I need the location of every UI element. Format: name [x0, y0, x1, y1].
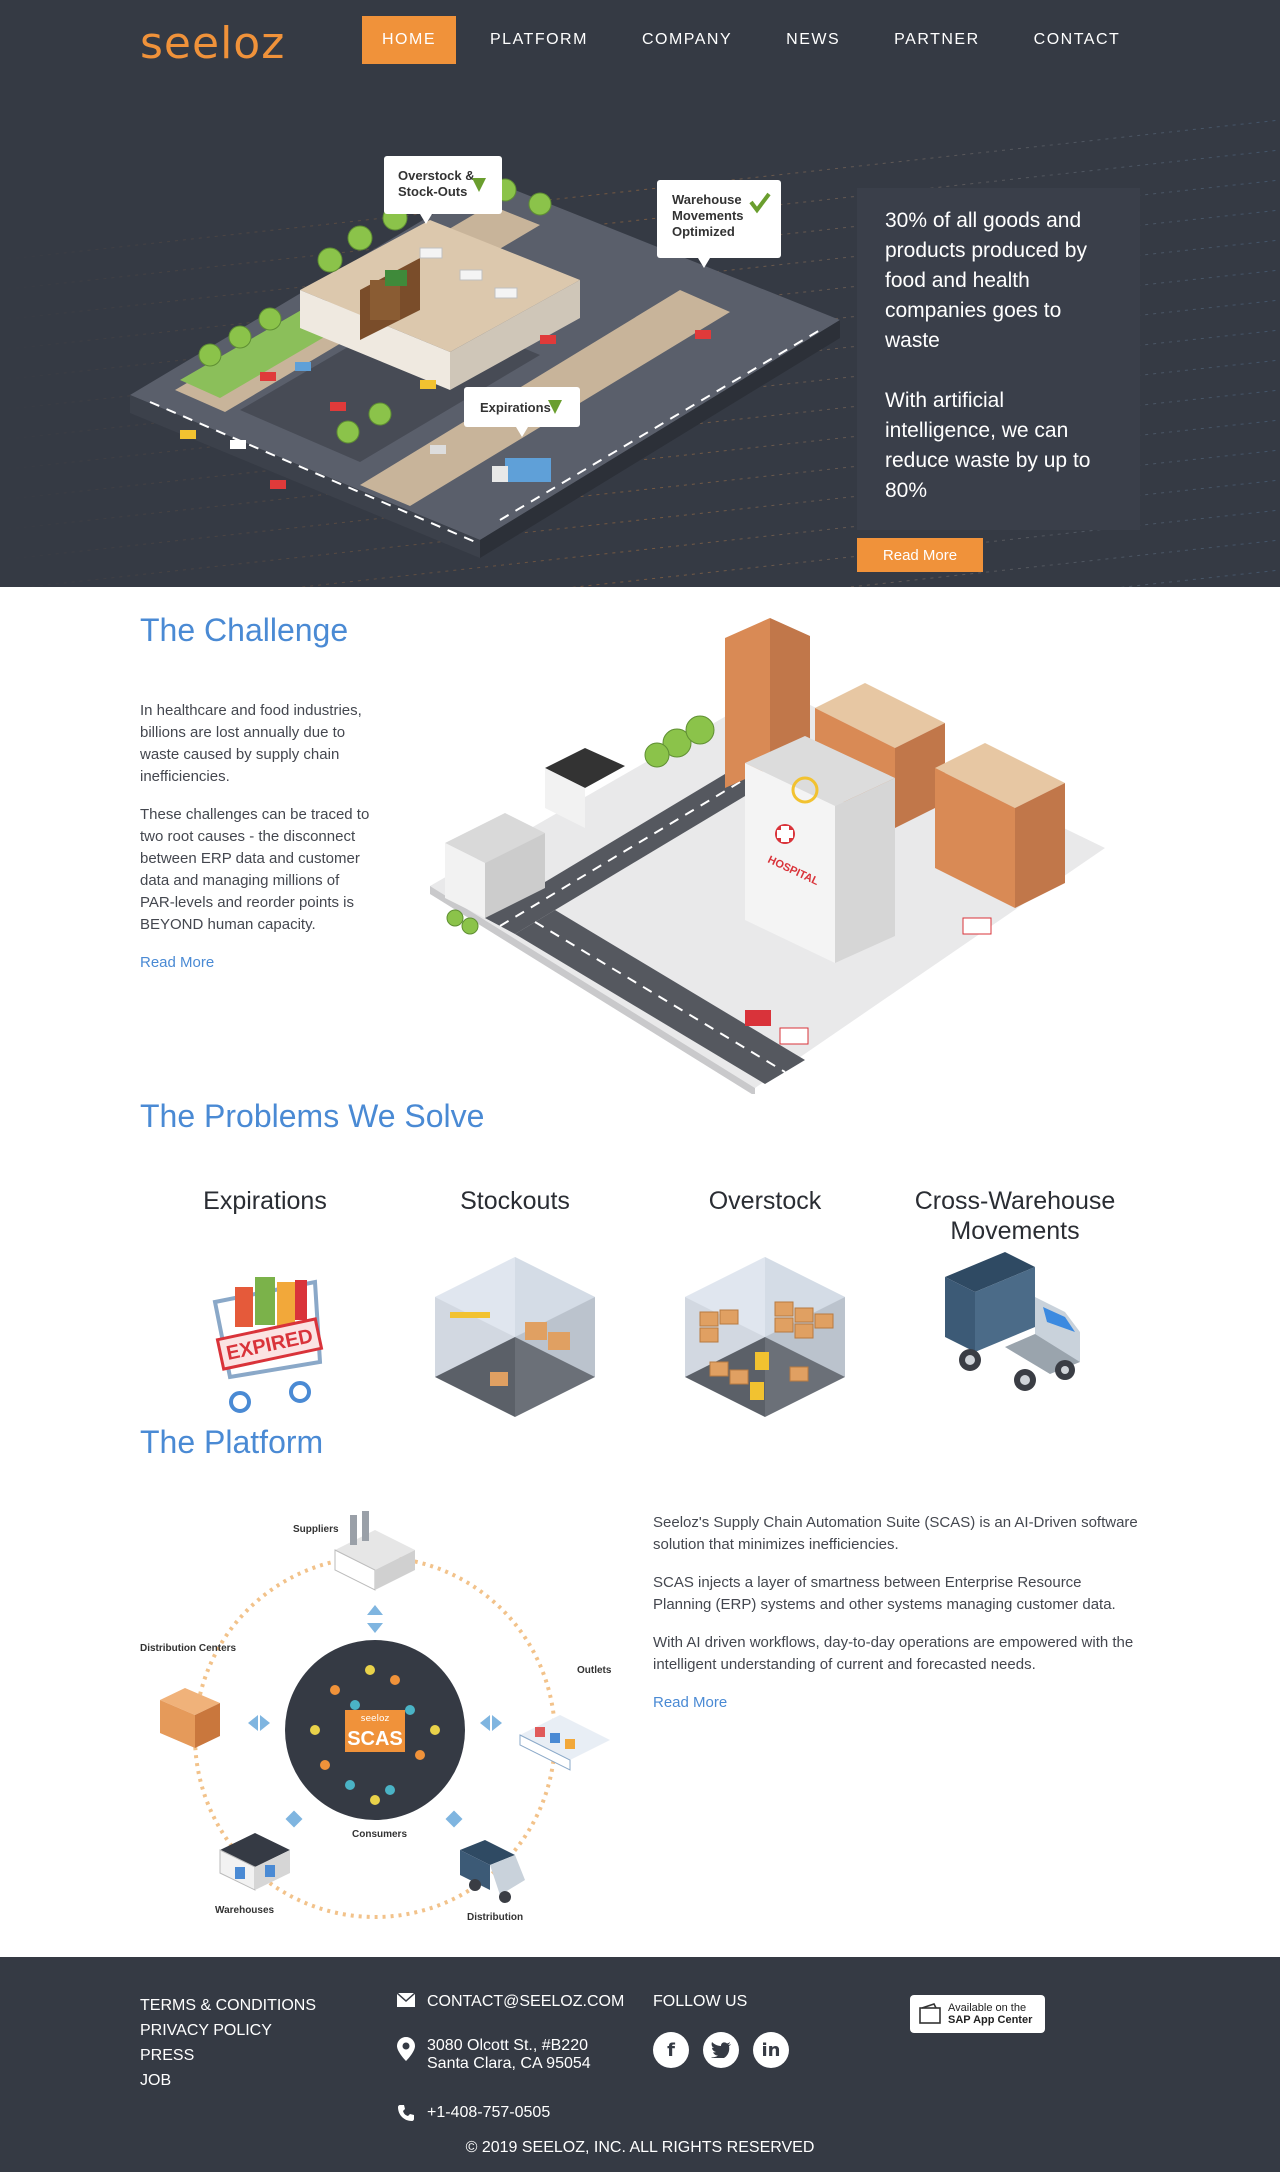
diagram-center-label: SCAS — [347, 1728, 403, 1750]
footer-follow-label: FOLLOW US — [653, 1993, 748, 2010]
svg-text:Optimized: Optimized — [672, 224, 735, 239]
wallet-icon — [919, 2003, 941, 2024]
problems-title: The Problems We Solve — [140, 1098, 485, 1134]
social-links: f in — [653, 2032, 789, 2068]
footer-phone[interactable]: +1-408-757-0505 — [427, 2104, 550, 2122]
footer-phone-row: +1-408-757-0505 — [397, 2104, 550, 2122]
svg-text:Overstock &: Overstock & — [398, 168, 475, 183]
problem-label: Expirations — [203, 1187, 327, 1215]
scas-platform-diagram: seeloz SCAS Suppliers Outlets Distributi… — [140, 1511, 612, 1923]
footer-address: 3080 Olcott St., #B220 Santa Clara, CA 9… — [427, 2037, 591, 2073]
seeloz-logo[interactable]: seeloz — [140, 18, 285, 69]
svg-text:Expirations: Expirations — [480, 400, 551, 415]
isometric-store-illustration: Overstock & Stock-Outs Warehouse Movemen… — [130, 156, 840, 558]
problems-list: Expirations EXPIRED Stockouts Overstock … — [140, 1186, 1140, 1422]
node-label: Suppliers — [293, 1524, 339, 1535]
location-pin-icon — [397, 2037, 415, 2061]
footer-link-terms[interactable]: TERMS & CONDITIONS — [140, 1993, 316, 2018]
nav-partner[interactable]: PARTNER — [874, 16, 999, 64]
facebook-icon[interactable]: f — [653, 2032, 689, 2068]
node-label: Warehouses — [215, 1905, 275, 1916]
nav-platform[interactable]: PLATFORM — [470, 16, 608, 64]
hero-read-more-button[interactable]: Read More — [857, 538, 983, 572]
truck-icon — [945, 1252, 1080, 1391]
problem-label: Cross-Warehouse Movements — [914, 1187, 1116, 1245]
diagram-consumers-label: Consumers — [352, 1829, 407, 1840]
challenge-paragraph-2: These challenges can be traced to two ro… — [140, 806, 370, 933]
challenge-read-more-link[interactable]: Read More — [140, 954, 214, 971]
twitter-icon[interactable] — [703, 2032, 739, 2068]
site-footer: TERMS & CONDITIONS PRIVACY POLICY PRESS … — [0, 1957, 1280, 2172]
platform-paragraph-1: Seeloz's Supply Chain Automation Suite (… — [653, 1514, 1138, 1553]
node-suppliers: Suppliers — [293, 1511, 415, 1591]
diagram-center-brand: seeloz — [361, 1714, 390, 1724]
footer-links: TERMS & CONDITIONS PRIVACY POLICY PRESS … — [140, 1993, 316, 2093]
problem-label: Overstock — [708, 1187, 822, 1215]
nav-company[interactable]: COMPANY — [622, 16, 752, 64]
node-label: Outlets — [577, 1665, 612, 1676]
footer-address-row: 3080 Olcott St., #B220 Santa Clara, CA 9… — [397, 2037, 591, 2073]
platform-paragraph-2: SCAS injects a layer of smartness betwee… — [653, 1574, 1116, 1613]
platform-title: The Platform — [140, 1424, 324, 1460]
hero-paragraph-2: With artificial intelligence, we can red… — [885, 389, 1091, 502]
linkedin-icon[interactable]: in — [753, 2032, 789, 2068]
isometric-hospital-illustration: HOSPITAL — [430, 618, 1105, 1094]
callout-warehouse: Warehouse Movements Optimized — [657, 180, 781, 268]
challenge-text: In healthcare and food industries, billi… — [140, 700, 372, 974]
expired-cart-icon: EXPIRED — [212, 1277, 324, 1413]
problem-card-expirations: Expirations EXPIRED — [140, 1186, 390, 1422]
hero-stat-box: 30% of all goods and products produced b… — [857, 188, 1140, 530]
svg-text:Stock-Outs: Stock-Outs — [398, 184, 467, 199]
callout-overstock: Overstock & Stock-Outs — [384, 156, 502, 224]
node-distribution-centers: Distribution Centers — [140, 1643, 237, 1748]
node-distribution: Distribution — [460, 1840, 525, 1923]
problem-card-cross-warehouse: Cross-Warehouse Movements — [890, 1186, 1140, 1422]
platform-text: Seeloz's Supply Chain Automation Suite (… — [653, 1512, 1140, 1714]
problem-card-overstock: Overstock — [640, 1186, 890, 1422]
nav-contact[interactable]: CONTACT — [1014, 16, 1141, 64]
envelope-icon — [397, 1993, 415, 2007]
challenge-paragraph-1: In healthcare and food industries, billi… — [140, 702, 362, 785]
empty-warehouse-icon — [435, 1257, 595, 1417]
node-label: Distribution — [467, 1912, 523, 1923]
node-outlets: Outlets — [519, 1665, 612, 1771]
sap-badge-line-2: SAP App Center — [948, 2014, 1033, 2026]
footer-address-line-2: Santa Clara, CA 95054 — [427, 2055, 591, 2072]
copyright: © 2019 SEELOZ, INC. ALL RIGHTS RESERVED — [465, 2139, 815, 2156]
footer-address-line-1: 3080 Olcott St., #B220 — [427, 2037, 588, 2054]
footer-email-row: CONTACT@SEELOZ.COM — [397, 1993, 624, 2011]
hero-paragraph-1: 30% of all goods and products produced b… — [885, 209, 1087, 352]
svg-text:Warehouse: Warehouse — [672, 192, 742, 207]
node-label: Distribution Centers — [140, 1643, 237, 1654]
main-nav: HOME PLATFORM COMPANY NEWS PARTNER CONTA… — [362, 16, 1154, 64]
footer-email[interactable]: CONTACT@SEELOZ.COM — [427, 1993, 624, 2011]
hero-section: seeloz HOME PLATFORM COMPANY NEWS PARTNE… — [0, 0, 1280, 587]
footer-link-job[interactable]: JOB — [140, 2068, 316, 2093]
nav-home[interactable]: HOME — [362, 16, 456, 64]
sap-badge-line-1: Available on the — [948, 2002, 1027, 2014]
sap-app-center-badge[interactable]: Available on the SAP App Center — [910, 1995, 1045, 2033]
footer-link-press[interactable]: PRESS — [140, 2043, 316, 2068]
phone-icon — [398, 2105, 414, 2121]
problem-card-stockouts: Stockouts — [390, 1186, 640, 1422]
svg-text:Movements: Movements — [672, 208, 744, 223]
nav-news[interactable]: NEWS — [766, 16, 860, 64]
platform-paragraph-3: With AI driven workflows, day-to-day ope… — [653, 1634, 1134, 1673]
problem-label: Stockouts — [460, 1187, 570, 1215]
node-warehouses: Warehouses — [215, 1833, 290, 1916]
footer-link-privacy[interactable]: PRIVACY POLICY — [140, 2018, 316, 2043]
challenge-title: The Challenge — [140, 612, 349, 648]
platform-read-more-link[interactable]: Read More — [653, 1694, 727, 1711]
full-warehouse-icon — [685, 1257, 845, 1417]
